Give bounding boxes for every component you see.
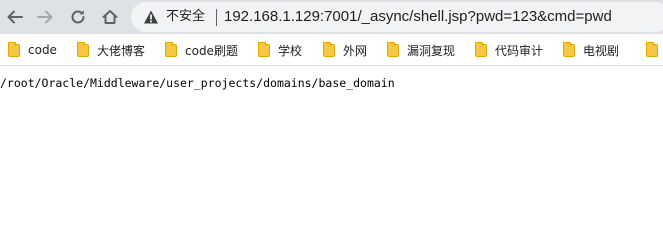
- folder-icon: [165, 41, 177, 57]
- bookmark-label: 外网: [343, 43, 368, 58]
- address-divider: [216, 9, 217, 26]
- bookmark-label: 电视剧: [583, 43, 620, 58]
- bookmark-label: 代码审计: [495, 43, 544, 58]
- bookmark-label: 漏洞复现: [407, 43, 456, 58]
- bookmarks-bar: code 大佬博客 code刷题 学校 外网 漏洞复现 代码审计 电视剧 编: [0, 34, 663, 66]
- bookmark-folder-code[interactable]: code: [8, 41, 57, 59]
- bookmark-label: 学校: [278, 43, 303, 58]
- reload-button[interactable]: [66, 5, 90, 29]
- folder-icon: [387, 41, 399, 57]
- command-output: /root/Oracle/Middleware/user_projects/do…: [0, 76, 395, 90]
- arrow-right-icon: [37, 10, 53, 24]
- bookmark-folder-code-audit[interactable]: 代码审计: [475, 41, 543, 59]
- folder-icon: [475, 41, 487, 57]
- folder-icon: [8, 41, 20, 57]
- bookmark-folder-truncated[interactable]: 编: [646, 41, 663, 59]
- browser-toolbar: 不安全 192.168.1.129:7001/_async/shell.jsp?…: [0, 0, 663, 34]
- security-status-label[interactable]: 不安全: [166, 9, 205, 25]
- bookmark-folder-school[interactable]: 学校: [258, 41, 302, 59]
- bookmark-folder-tv[interactable]: 电视剧: [563, 41, 619, 59]
- bookmark-label: code: [28, 43, 57, 57]
- warning-triangle-icon[interactable]: [143, 9, 159, 25]
- home-button[interactable]: [98, 5, 122, 29]
- bookmark-label: code刷题: [185, 43, 238, 58]
- folder-icon: [563, 41, 575, 57]
- bookmark-label: 大佬博客: [97, 43, 146, 58]
- reload-icon: [71, 10, 85, 24]
- bookmark-folder-blogs[interactable]: 大佬博客: [77, 41, 145, 59]
- folder-icon: [258, 41, 270, 57]
- back-button[interactable]: [3, 5, 27, 29]
- bookmark-folder-vuln-repro[interactable]: 漏洞复现: [387, 41, 455, 59]
- folder-icon: [323, 41, 335, 57]
- forward-button[interactable]: [33, 5, 57, 29]
- bookmark-folder-external[interactable]: 外网: [323, 41, 367, 59]
- home-icon: [102, 10, 118, 24]
- page-content: /root/Oracle/Middleware/user_projects/do…: [0, 76, 663, 90]
- folder-icon: [646, 41, 658, 57]
- address-bar[interactable]: 不安全 192.168.1.129:7001/_async/shell.jsp?…: [131, 2, 663, 32]
- arrow-left-icon: [7, 10, 23, 24]
- folder-icon: [77, 41, 89, 57]
- bookmark-folder-code-practice[interactable]: code刷题: [165, 41, 238, 59]
- url-text[interactable]: 192.168.1.129:7001/_async/shell.jsp?pwd=…: [224, 8, 612, 26]
